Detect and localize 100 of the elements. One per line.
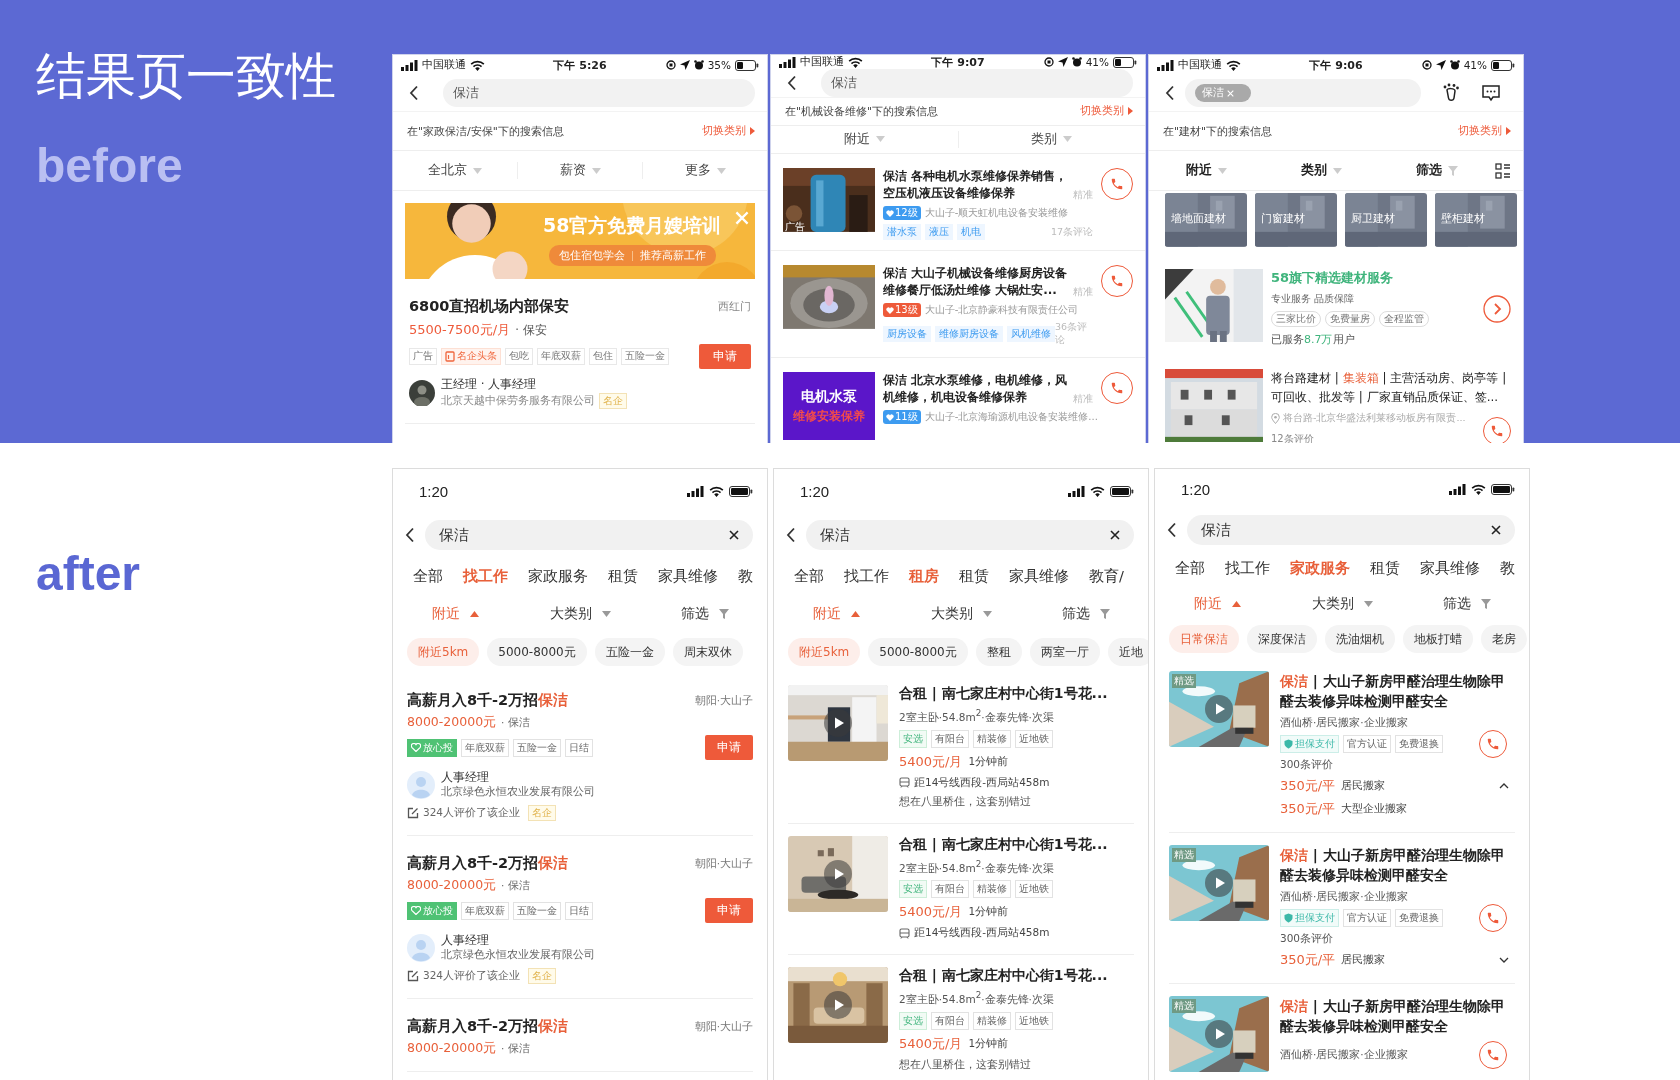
search-field[interactable]: 保洁 xyxy=(1187,515,1515,546)
service-areas: 酒仙桥·居民搬家·企业搬家 xyxy=(1280,1048,1408,1062)
category-tab[interactable]: 家政服务 xyxy=(528,562,588,592)
job-title[interactable]: 6800直招机场内部保安 xyxy=(409,297,570,316)
filter-dropdown[interactable]: 筛选 xyxy=(1379,162,1495,179)
service-title[interactable]: 保洁 大山子机械设备维修厨房设备维修餐厅低汤灶维修 大锅灶安... xyxy=(883,265,1071,299)
sort-dropdown[interactable]: 筛选 xyxy=(1404,595,1529,614)
arrow-circle-icon[interactable] xyxy=(1483,295,1511,323)
filter-dropdown[interactable]: 类别 xyxy=(1264,162,1380,179)
sort-dropdown[interactable]: 大类别 xyxy=(898,605,1024,623)
search-field[interactable]: 保洁 xyxy=(806,520,1134,550)
feature-tag: 日结 xyxy=(565,738,593,757)
category-tab[interactable]: 家具维修 xyxy=(1009,562,1069,592)
filter-dropdown[interactable]: 附近 xyxy=(771,130,958,148)
listing-title[interactable]: 将台路建材 | 集装箱 | 主营活动房、岗亭等 | 可回收、批发等 | 厂家直销品质保证、签... xyxy=(1271,369,1511,407)
category-tile[interactable]: 门窗建材 xyxy=(1255,193,1337,247)
subway-distance: 距14号线西段-西局站458m xyxy=(914,926,1050,940)
filter-dropdown[interactable]: 全北京 xyxy=(393,162,517,179)
category-tile[interactable]: 壁柜建材 xyxy=(1435,193,1517,247)
sort-dropdown[interactable]: 附近 xyxy=(1155,595,1280,614)
filter-dropdown[interactable]: 更多 xyxy=(642,162,767,179)
back-icon[interactable] xyxy=(1165,85,1175,101)
job-title[interactable]: 高薪月入8千-2万招保洁 xyxy=(407,1017,569,1036)
list-view-icon[interactable] xyxy=(1495,162,1511,179)
back-icon[interactable] xyxy=(1167,522,1177,539)
sort-dropdown[interactable]: 筛选 xyxy=(642,605,767,623)
filter-chip[interactable]: 深度保洁 xyxy=(1247,625,1317,654)
clear-icon[interactable] xyxy=(1110,530,1120,540)
service-title[interactable]: 保洁 各种电机水泵维修保养销售，空压机液压设备维修保养 xyxy=(883,168,1071,202)
listing-title[interactable]: 合租 | 南七家庄村中心街1号花... xyxy=(899,835,1134,854)
job-title[interactable]: 高薪月入8千-2万招保洁 xyxy=(407,854,569,873)
search-field[interactable]: 保洁 xyxy=(425,520,753,550)
back-icon[interactable] xyxy=(409,85,419,101)
switch-category-link[interactable]: 切换类别 xyxy=(1458,124,1511,138)
filter-chip[interactable]: 老房 xyxy=(1481,625,1527,654)
carrier-name: 中国联通 xyxy=(800,55,844,69)
call-button[interactable] xyxy=(1101,372,1133,404)
search-field[interactable]: 保洁 xyxy=(821,69,1133,97)
job-title[interactable]: 高薪月入8千-2万招保洁 xyxy=(407,691,569,710)
service-title[interactable]: 保洁 | 大山子新房甲醛治理生物除甲醛去装修异味检测甲醛安全 xyxy=(1280,996,1506,1036)
clear-icon[interactable] xyxy=(1491,525,1501,536)
sort-dropdown[interactable]: 筛选 xyxy=(1023,605,1148,623)
filter-chip[interactable]: 整租 xyxy=(975,638,1022,666)
message-icon[interactable] xyxy=(1481,83,1501,103)
filter-dropdown[interactable]: 附近 xyxy=(1149,162,1265,179)
caret-icon xyxy=(1363,601,1373,608)
listing-title[interactable]: 合租 | 南七家庄村中心街1号花... xyxy=(899,967,1134,985)
listing-title[interactable]: 合租 | 南七家庄村中心街1号花... xyxy=(899,685,1134,703)
switch-category-link[interactable]: 切换类别 xyxy=(702,124,755,138)
call-button[interactable] xyxy=(1101,265,1133,297)
sort-dropdown[interactable]: 附近 xyxy=(774,605,899,623)
search-field[interactable]: 保洁 xyxy=(443,79,755,107)
call-button[interactable] xyxy=(1479,1041,1507,1069)
call-button[interactable] xyxy=(1479,904,1507,932)
filter-chip[interactable]: 5000-8000元 xyxy=(868,638,968,666)
category-tab[interactable]: 教 xyxy=(1500,555,1515,585)
category-tab[interactable]: 全部 xyxy=(1175,555,1205,585)
category-tab[interactable]: 租赁 xyxy=(608,562,638,592)
sort-dropdown[interactable]: 大类别 xyxy=(517,605,643,623)
filter-dropdown[interactable]: 薪资 xyxy=(517,162,642,179)
category-tab[interactable]: 家具维修 xyxy=(658,562,718,592)
service-title[interactable]: 保洁 | 大山子新房甲醛治理生物除甲醛去装修异味检测甲醛安全 xyxy=(1280,671,1506,711)
filter-chip[interactable]: 周末双休 xyxy=(672,638,743,666)
back-icon[interactable] xyxy=(787,75,797,91)
chevron-icon[interactable] xyxy=(1499,957,1509,963)
back-icon[interactable] xyxy=(786,527,796,543)
filter-dropdown[interactable]: 类别 xyxy=(957,130,1145,148)
category-tab[interactable]: 全部 xyxy=(794,562,824,592)
category-tab[interactable]: 教育/ xyxy=(1089,562,1124,592)
category-tile[interactable]: 厨卫建材 xyxy=(1345,193,1427,247)
service-title[interactable]: 保洁 | 大山子新房甲醛治理生物除甲醛去装修异味检测甲醛安全 xyxy=(1280,845,1506,885)
category-tab[interactable]: 家具维修 xyxy=(1420,555,1480,585)
filter-chip[interactable]: 近地 xyxy=(1107,638,1148,666)
switch-category-link[interactable]: 切换类别 xyxy=(1080,104,1133,119)
salary: 5500-7500元/月 xyxy=(409,321,511,339)
call-button[interactable] xyxy=(1483,417,1511,443)
alarm-icon xyxy=(1449,60,1460,70)
play-icon xyxy=(824,709,852,737)
category-tab[interactable]: 找工作 xyxy=(1225,555,1270,585)
footprint-icon[interactable] xyxy=(1441,83,1461,103)
chevron-icon[interactable] xyxy=(1499,783,1509,789)
category-tab[interactable]: 教 xyxy=(738,562,753,592)
back-icon[interactable] xyxy=(405,527,415,543)
call-button[interactable] xyxy=(1479,730,1507,758)
category-tab[interactable]: 租赁 xyxy=(959,562,989,592)
filter-chip[interactable]: 洗油烟机 xyxy=(1325,625,1395,654)
category-tile[interactable]: 墙地面建材 xyxy=(1165,193,1247,247)
category-tab[interactable]: 找工作 xyxy=(844,562,889,592)
filter-chip[interactable]: 两室一厅 xyxy=(1029,638,1100,666)
call-button[interactable] xyxy=(1101,168,1133,200)
filter-chip[interactable]: 地板打蜡 xyxy=(1403,625,1473,654)
sort-dropdown[interactable]: 附近 xyxy=(393,605,518,623)
category-tab[interactable]: 租赁 xyxy=(1370,555,1400,585)
clear-icon[interactable] xyxy=(729,530,739,540)
category-tab[interactable]: 全部 xyxy=(413,562,443,592)
service-tag: 液压 xyxy=(925,224,953,240)
filter-chip[interactable]: 五险一金 xyxy=(594,638,665,666)
sort-dropdown[interactable]: 大类别 xyxy=(1279,595,1405,614)
service-title[interactable]: 保洁 北京水泵维修，电机维修，风机维修，机电设备维修保养 xyxy=(883,372,1071,406)
filter-chip[interactable]: 5000-8000元 xyxy=(487,638,587,666)
